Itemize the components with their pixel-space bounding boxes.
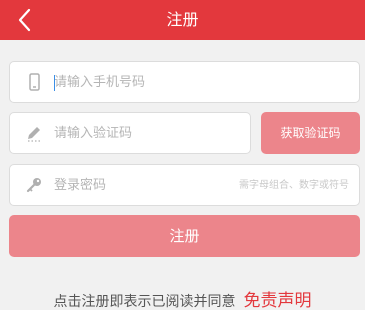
agreement-text: 点击注册即表示已阅读并同意 xyxy=(53,294,236,310)
disclaimer-link[interactable]: 免责声明 xyxy=(244,291,312,310)
phone-icon xyxy=(24,72,44,92)
chevron-left-icon xyxy=(12,4,40,36)
get-code-button[interactable]: 获取验证码 xyxy=(261,112,360,154)
phone-input[interactable] xyxy=(54,62,344,102)
back-button[interactable] xyxy=(12,4,40,36)
password-hint: 需字母组合、数字或符号 xyxy=(239,180,349,191)
pencil-icon xyxy=(24,123,44,143)
page-title: 注册 xyxy=(166,10,199,29)
register-screen: 注册 获取验证码 xyxy=(0,0,365,310)
password-input[interactable] xyxy=(54,165,194,205)
key-icon xyxy=(24,175,44,195)
password-field[interactable]: 需字母组合、数字或符号 xyxy=(9,164,360,206)
code-field[interactable] xyxy=(9,112,251,154)
phone-field[interactable] xyxy=(9,61,360,103)
code-input[interactable] xyxy=(54,113,244,153)
agreement-row: 点击注册即表示已阅读并同意 免责声明 xyxy=(0,286,365,310)
text-cursor xyxy=(54,75,55,91)
app-header: 注册 xyxy=(0,0,365,40)
register-button[interactable]: 注册 xyxy=(9,215,360,257)
